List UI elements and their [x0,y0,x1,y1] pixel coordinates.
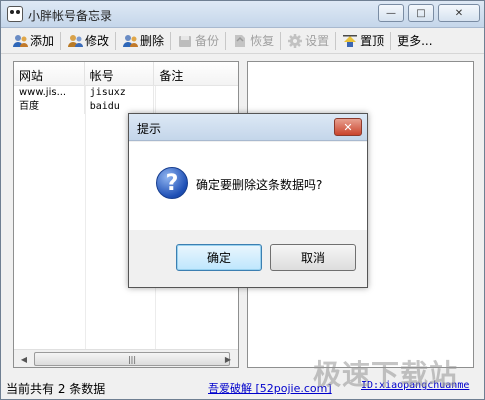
cell-account: baidu [85,100,155,114]
minimize-icon: — [386,7,396,19]
more-label: 更多... [397,34,433,48]
list-header: 网站 帐号 备注 [14,62,238,86]
dialog-title: 提示 [137,122,162,136]
confirm-button[interactable]: 确定 [176,244,262,271]
add-user-icon [12,33,28,49]
cell-site: www.jis... [14,86,85,100]
edit-button[interactable]: 修改 [64,30,112,52]
scroll-grip: ||| [127,354,137,364]
dialog-message: 确定要删除这条数据吗? [196,178,323,192]
restore-label: 恢复 [250,34,275,48]
dialog-title-bar[interactable]: 提示 ✕ [129,114,367,141]
question-icon: ? [156,167,188,199]
window-title: 小胖帐号备忘录 [28,9,113,23]
backup-icon [177,33,193,49]
confirm-dialog: 提示 ✕ ? 确定要删除这条数据吗? 确定 取消 [128,113,368,288]
cell-note [154,86,238,100]
delete-label: 删除 [140,34,165,48]
more-button[interactable]: 更多... [394,30,435,52]
dialog-close-button[interactable]: ✕ [334,118,362,136]
edit-label: 修改 [85,34,110,48]
scroll-right-icon[interactable]: ▶ [220,352,236,366]
table-row[interactable]: www.jis... jisuxz [14,86,238,100]
maximize-icon: □ [416,7,426,19]
close-icon: ✕ [343,120,353,134]
watermark: 极速下载站 [313,358,459,391]
column-header-note[interactable]: 备注 [154,62,238,85]
restore-button[interactable]: 恢复 [229,30,277,52]
toolbar-separator [115,31,117,50]
toolbar-separator [390,31,392,50]
delete-button[interactable]: 删除 [119,30,167,52]
column-divider [85,86,86,349]
add-label: 添加 [30,34,55,48]
close-button[interactable]: ✕ [438,4,480,22]
table-row[interactable]: 百度 baidu [14,100,238,114]
app-icon [7,6,23,22]
add-button[interactable]: 添加 [9,30,57,52]
pin-icon [342,33,358,49]
toolbar-separator [170,31,172,50]
toolbar-separator [280,31,282,50]
toolbar-separator [225,31,227,50]
gear-icon [287,33,303,49]
minimize-button[interactable]: — [378,4,404,22]
record-count: 当前共有 2 条数据 [6,382,106,396]
cell-account: jisuxz [85,86,155,100]
restore-icon [232,33,248,49]
toolbar-separator [60,31,62,50]
scrollbar-thumb[interactable]: ||| [34,352,230,366]
cell-site: 百度 [14,100,85,114]
edit-user-icon [67,33,84,49]
pin-top-button[interactable]: 置顶 [339,30,387,52]
cancel-button[interactable]: 取消 [270,244,356,271]
backup-label: 备份 [195,34,220,48]
column-header-account[interactable]: 帐号 [85,62,155,85]
dialog-body: ? 确定要删除这条数据吗? [129,142,367,230]
delete-user-icon [122,33,139,49]
toolbar-separator [335,31,337,50]
settings-button[interactable]: 设置 [284,30,332,52]
title-bar[interactable]: 小胖帐号备忘录 — □ ✕ [1,1,484,28]
toolbar: 添加 修改 删除 备份 恢复 设置 置顶 更多... [1,28,484,54]
maximize-button[interactable]: □ [408,4,434,22]
cell-note [154,100,238,114]
pin-top-label: 置顶 [360,34,385,48]
close-icon: ✕ [454,7,464,19]
scroll-left-icon[interactable]: ◀ [16,352,32,366]
backup-button[interactable]: 备份 [174,30,222,52]
horizontal-scrollbar[interactable]: ◀ ||| ▶ [14,349,238,367]
settings-label: 设置 [305,34,330,48]
column-header-site[interactable]: 网站 [14,62,85,85]
